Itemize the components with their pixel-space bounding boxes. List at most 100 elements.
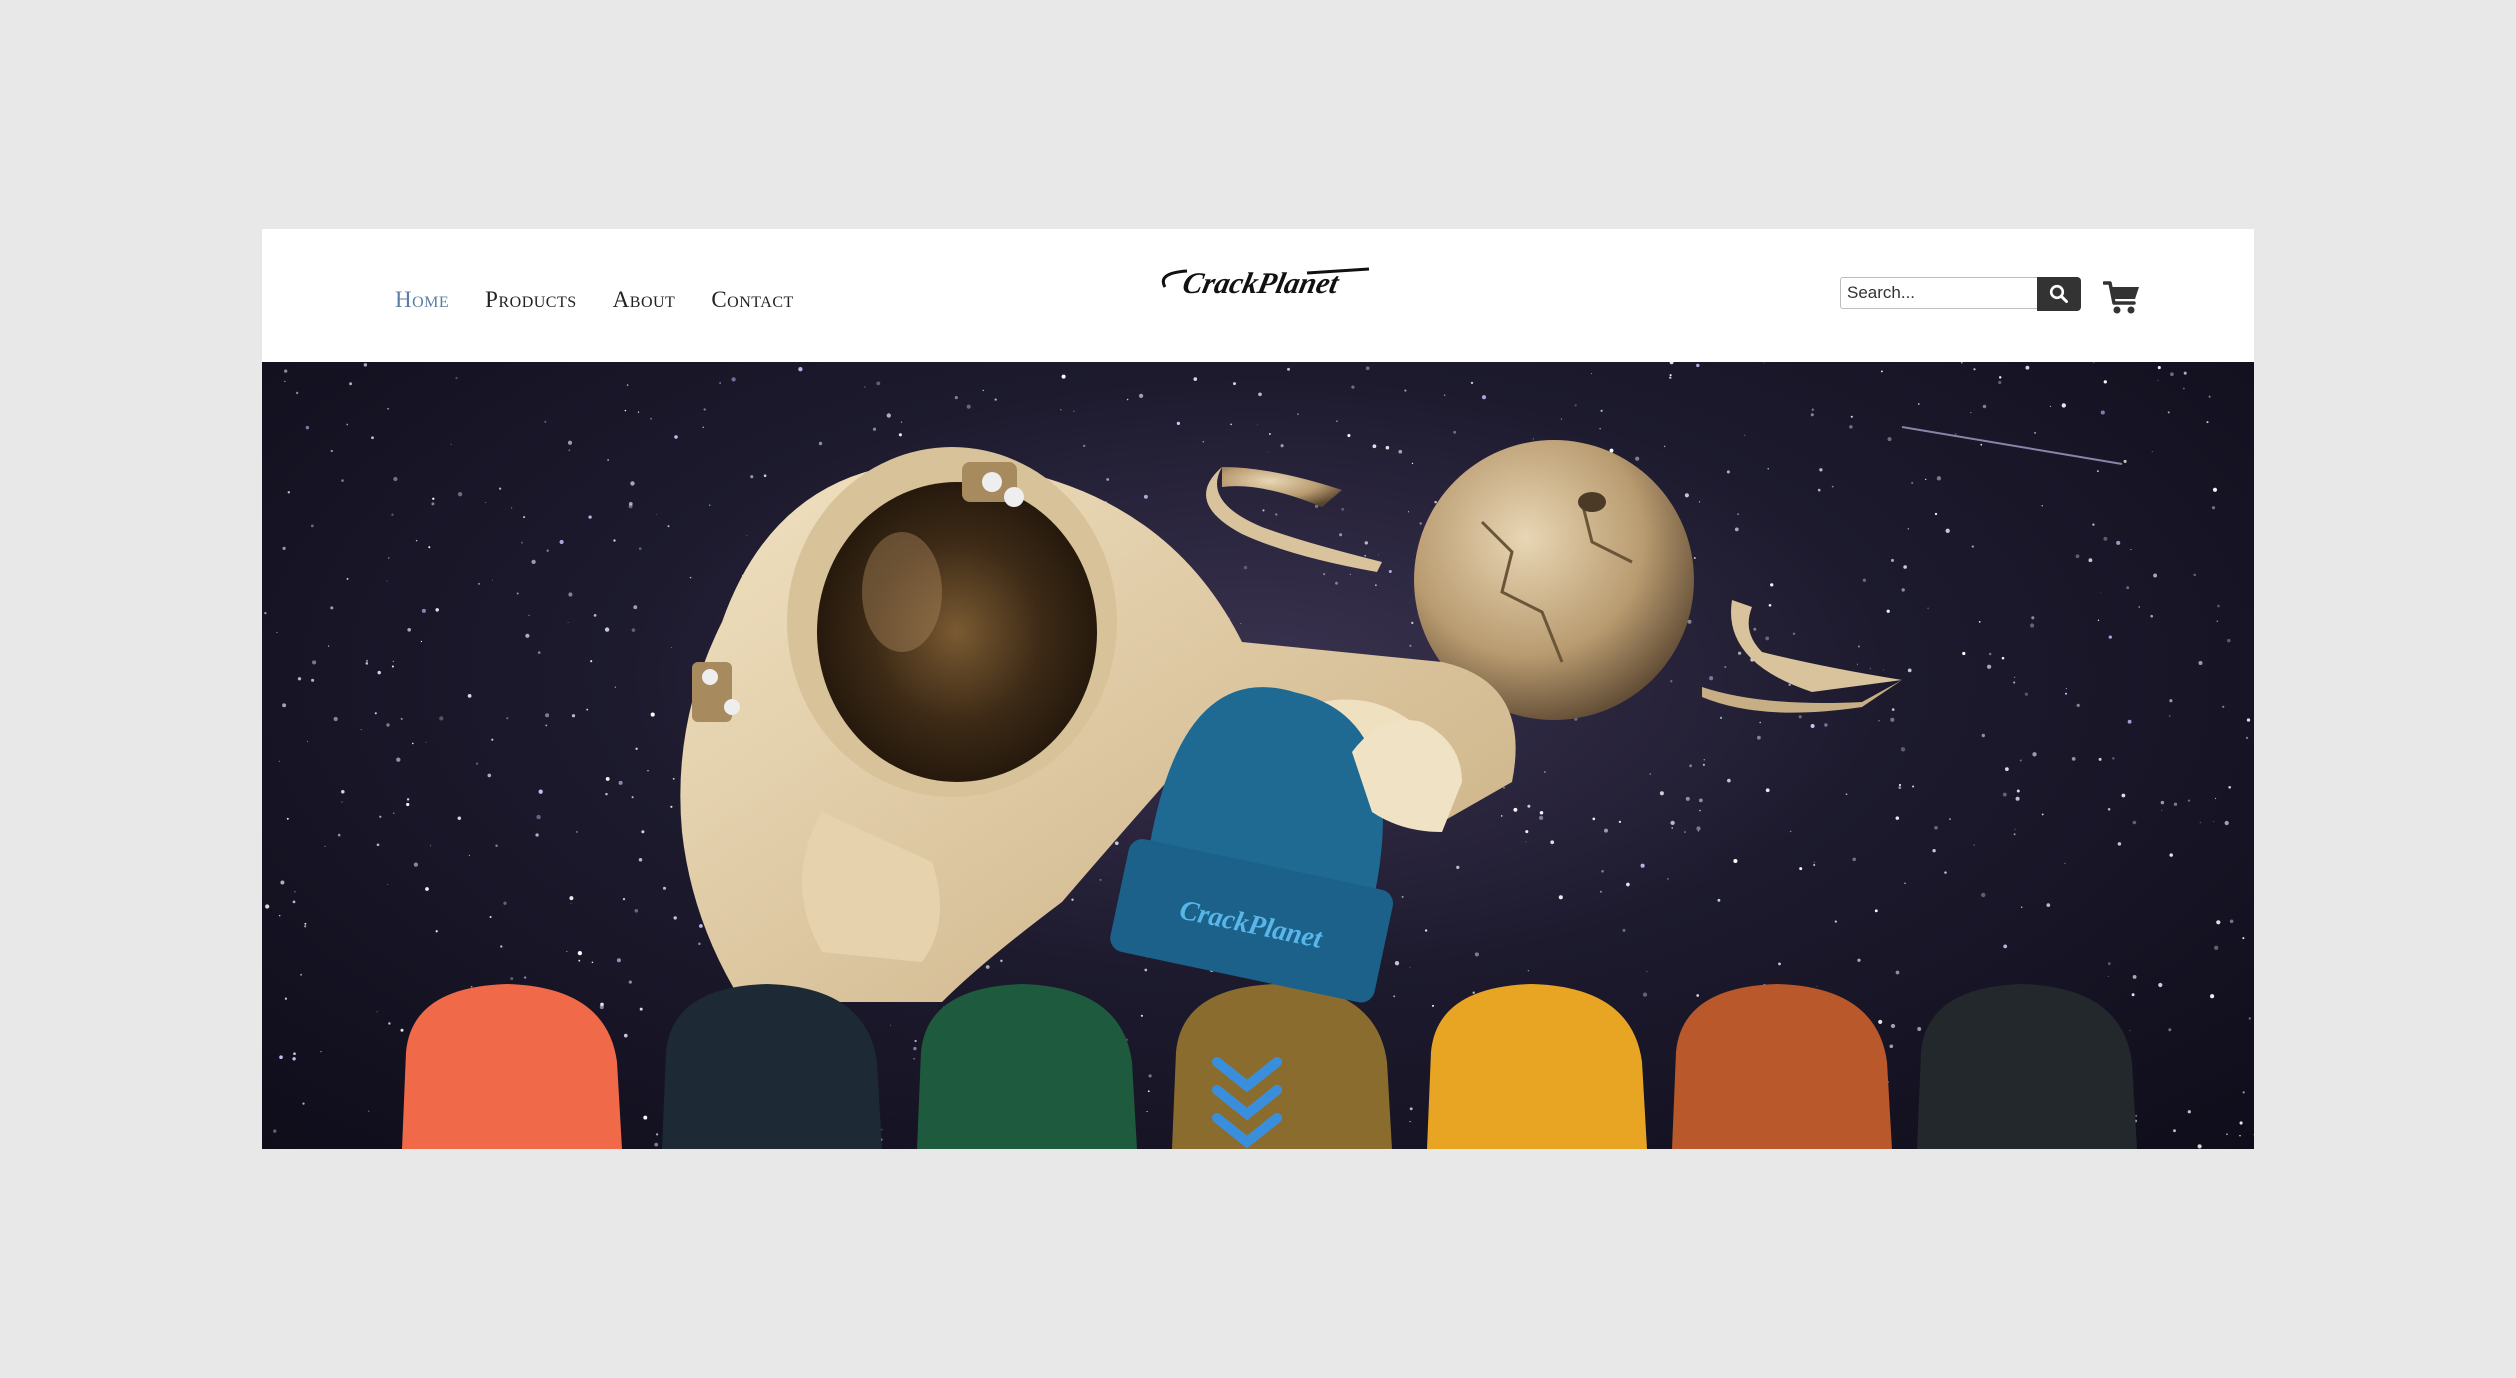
star	[1243, 565, 1248, 570]
star	[1703, 758, 1706, 761]
nav-about[interactable]: About	[613, 287, 676, 313]
star	[485, 501, 487, 503]
star	[276, 631, 278, 633]
star	[1267, 451, 1269, 453]
star	[1335, 581, 1338, 585]
star	[2097, 619, 2100, 621]
star	[1232, 382, 1237, 386]
star	[280, 880, 285, 885]
search-button[interactable]	[2037, 277, 2081, 311]
star	[1978, 621, 1981, 623]
star	[400, 1028, 404, 1032]
star	[1409, 966, 1411, 968]
beanie-3[interactable]	[917, 984, 1137, 1149]
star	[872, 427, 877, 431]
star	[881, 1128, 883, 1131]
star	[2117, 842, 2122, 846]
star	[2002, 792, 2007, 797]
star	[577, 950, 583, 956]
star	[506, 717, 509, 720]
star	[1693, 557, 1696, 559]
star	[346, 423, 349, 426]
star	[545, 724, 548, 727]
star	[750, 475, 754, 479]
star	[376, 1011, 378, 1013]
star	[673, 916, 677, 920]
star	[439, 716, 444, 721]
star	[662, 886, 667, 890]
star	[284, 369, 288, 373]
star	[1140, 1014, 1143, 1017]
star	[638, 858, 643, 862]
star	[1532, 438, 1534, 440]
beanie-1[interactable]	[402, 984, 622, 1149]
star	[2187, 799, 2191, 802]
star	[954, 395, 958, 400]
star	[388, 1022, 391, 1025]
beanie-6[interactable]	[1672, 984, 1892, 1149]
star	[377, 670, 381, 675]
star	[1824, 723, 1828, 727]
star	[1669, 376, 1672, 379]
star	[1788, 683, 1791, 686]
star	[586, 708, 589, 711]
star	[264, 611, 267, 615]
star	[1759, 721, 1761, 724]
star	[1071, 898, 1074, 901]
star	[763, 474, 767, 477]
star	[1684, 831, 1686, 833]
star	[2130, 549, 2132, 550]
star	[538, 789, 543, 794]
star	[2019, 759, 2022, 762]
star	[635, 747, 638, 750]
star	[457, 492, 463, 497]
star	[607, 459, 610, 461]
star	[2214, 945, 2219, 950]
nav-home[interactable]: Home	[395, 287, 449, 313]
star	[421, 608, 426, 613]
star	[2150, 614, 2153, 618]
nav-contact[interactable]: Contact	[711, 287, 793, 313]
star	[1726, 470, 1730, 474]
star	[588, 515, 592, 519]
beanie-7[interactable]	[1917, 984, 2137, 1149]
star	[2199, 821, 2202, 824]
search-input[interactable]	[1840, 277, 2037, 309]
nav-products[interactable]: Products	[485, 287, 576, 313]
brand-logo[interactable]: CrackPlanet	[1147, 263, 1372, 303]
star	[2031, 616, 2035, 620]
star	[1351, 385, 1355, 389]
star	[2168, 715, 2171, 717]
star	[1364, 554, 1366, 557]
star	[2158, 982, 2163, 988]
star	[528, 614, 530, 617]
beanie-5[interactable]	[1427, 984, 1647, 1149]
star	[1898, 783, 1902, 787]
star	[2127, 719, 2132, 724]
star	[1372, 444, 1377, 449]
star	[630, 481, 635, 486]
star	[2132, 974, 2137, 979]
star	[412, 742, 414, 745]
star	[2116, 540, 2121, 545]
star	[566, 951, 568, 953]
star	[1724, 665, 1727, 669]
star	[292, 1057, 296, 1061]
star	[1886, 609, 1890, 613]
star	[1934, 826, 1938, 830]
star	[1275, 513, 1278, 516]
star	[1903, 565, 1907, 569]
beanie-4[interactable]	[1172, 984, 1392, 1149]
star	[2211, 506, 2216, 510]
star	[623, 1033, 628, 1038]
star	[994, 398, 997, 401]
star	[2169, 699, 2173, 703]
star	[590, 660, 593, 663]
star	[1684, 493, 1689, 498]
star	[1799, 867, 1803, 871]
star	[2248, 1017, 2252, 1020]
star	[2173, 802, 2178, 806]
beanie-2[interactable]	[662, 984, 882, 1149]
cart-button[interactable]	[2102, 279, 2141, 315]
star	[2135, 1114, 2138, 1117]
